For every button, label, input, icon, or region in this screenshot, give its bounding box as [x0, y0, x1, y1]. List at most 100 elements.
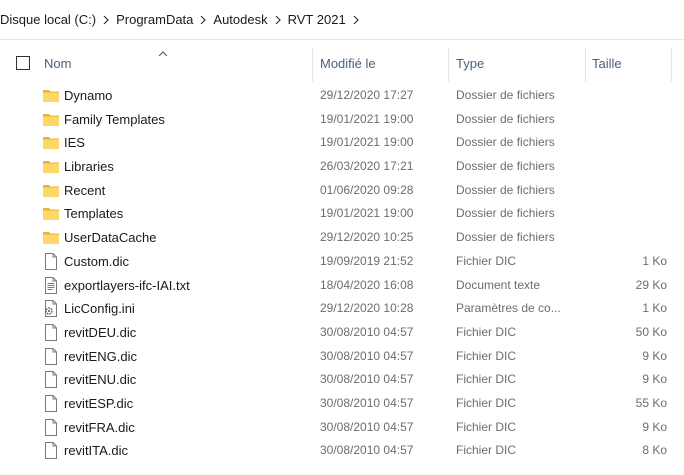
file-size: 50 Ko [635, 324, 667, 339]
file-icon [42, 371, 60, 389]
file-name: IES [64, 135, 85, 151]
file-type: Document texte [456, 277, 541, 292]
list-item[interactable]: revitENG.dic 30/08/2010 04:57 Fichier DIC 9… [0, 345, 684, 369]
folder-icon [42, 111, 60, 128]
list-item[interactable]: Templates 19/01/2021 19:00 Dossier de fich… [0, 202, 684, 226]
folder-icon [42, 158, 60, 175]
file-type: Fichier DIC [456, 372, 517, 387]
file-modified-date: 19/01/2021 19:00 [320, 206, 414, 221]
list-item[interactable]: revitITA.dic 30/08/2010 04:57 Fichier DIC 8… [0, 439, 684, 463]
file-type: Fichier DIC [456, 419, 517, 434]
column-header: Nom Modifié le Type Taille [0, 44, 684, 82]
file-modified-date: 30/08/2010 04:57 [320, 324, 414, 339]
file-name: Templates [64, 206, 124, 222]
file-modified-date: 30/08/2010 04:57 [320, 372, 414, 387]
file-icon [42, 252, 60, 270]
list-item[interactable]: Dynamo 29/12/2020 17:27 Dossier de fichier… [0, 84, 684, 108]
list-item[interactable]: Family Templates 19/01/2021 19:00 Dossier … [0, 108, 684, 132]
file-name: revitDEU.dic [64, 324, 137, 340]
file-modified-date: 29/12/2020 10:28 [320, 301, 414, 316]
list-item[interactable]: exportlayers-ifc-IAI.txt 18/04/2020 16:08… [0, 274, 684, 298]
file-modified-date: 19/09/2019 21:52 [320, 253, 414, 268]
file-name: Dynamo [64, 88, 113, 103]
file-icon [42, 323, 60, 341]
file-icon [42, 418, 60, 436]
file-type: Dossier de fichiers [456, 206, 555, 221]
file-type: Paramètres de co... [456, 301, 561, 316]
file-modified-date: 01/06/2020 09:28 [320, 182, 414, 197]
file-name: revitFRA.dic [64, 419, 135, 435]
column-divider[interactable] [312, 48, 313, 82]
folder-icon [42, 229, 60, 246]
settings-file-icon [42, 300, 60, 318]
file-type: Fichier DIC [456, 253, 517, 268]
file-type: Fichier DIC [456, 348, 517, 363]
list-item[interactable]: revitDEU.dic 30/08/2010 04:57 Fichier DIC 5… [0, 321, 684, 345]
text-file-icon [42, 276, 60, 294]
breadcrumb-item-programdata[interactable]: ProgramData [114, 12, 195, 27]
column-header-modified[interactable]: Modifié le [320, 44, 376, 82]
column-divider[interactable] [585, 48, 586, 82]
list-item[interactable]: Custom.dic 19/09/2019 21:52 Fichier DIC 1 K… [0, 250, 684, 274]
chevron-right-icon[interactable] [348, 15, 364, 25]
list-item[interactable]: revitENU.dic 30/08/2010 04:57 Fichier DIC 9… [0, 368, 684, 392]
file-icon [42, 394, 60, 412]
file-type: Fichier DIC [456, 443, 517, 458]
column-divider[interactable] [671, 48, 672, 82]
file-name: revitESP.dic [64, 395, 134, 411]
file-size: 1 Ko [642, 253, 667, 268]
file-size: 9 Ko [642, 348, 667, 363]
file-name: exportlayers-ifc-IAI.txt [64, 277, 190, 293]
file-modified-date: 18/04/2020 16:08 [320, 277, 414, 292]
column-divider[interactable] [448, 48, 449, 82]
file-type: Fichier DIC [456, 324, 517, 339]
file-type: Dossier de fichiers [456, 135, 555, 150]
file-type: Dossier de fichiers [456, 182, 555, 197]
breadcrumb-item-local-disk[interactable]: Disque local (C:) [0, 12, 98, 27]
file-modified-date: 30/08/2010 04:57 [320, 419, 414, 434]
chevron-right-icon[interactable] [98, 15, 114, 25]
breadcrumb-item-rvt-2021[interactable]: RVT 2021 [286, 12, 348, 27]
file-size: 55 Ko [635, 395, 667, 410]
file-name: Libraries [64, 159, 114, 175]
column-header-size[interactable]: Taille [592, 44, 622, 82]
column-header-name[interactable]: Nom [44, 44, 71, 82]
chevron-right-icon[interactable] [195, 15, 211, 25]
select-all-checkbox[interactable] [16, 56, 30, 70]
list-item[interactable]: IES 19/01/2021 19:00 Dossier de fichiers [0, 131, 684, 155]
column-header-type[interactable]: Type [456, 44, 484, 82]
list-item[interactable]: UserDataCache 29/12/2020 10:25 Dossier de … [0, 226, 684, 250]
file-icon [42, 442, 60, 460]
file-type: Fichier DIC [456, 395, 517, 410]
breadcrumb: Disque local (C:) ProgramData Autodesk R… [0, 0, 684, 40]
list-item[interactable]: Recent 01/06/2020 09:28 Dossier de fichier… [0, 179, 684, 203]
file-size: 9 Ko [642, 419, 667, 434]
list-item[interactable]: revitFRA.dic 30/08/2010 04:57 Fichier DIC 9… [0, 416, 684, 440]
file-list: Dynamo 29/12/2020 17:27 Dossier de fichier… [0, 84, 684, 463]
file-size: 29 Ko [635, 277, 667, 292]
folder-icon [42, 134, 60, 151]
folder-icon [42, 87, 60, 104]
list-item[interactable]: LicConfig.ini 29/12/2020 10:28 Paramètres … [0, 297, 684, 321]
folder-icon [42, 205, 60, 222]
file-name: LicConfig.ini [64, 301, 135, 317]
file-icon [42, 347, 60, 365]
file-modified-date: 29/12/2020 10:25 [320, 230, 414, 245]
list-item[interactable]: Libraries 26/03/2020 17:21 Dossier de fich… [0, 155, 684, 179]
file-size: 8 Ko [642, 443, 667, 458]
folder-icon [42, 182, 60, 199]
file-modified-date: 29/12/2020 17:27 [320, 88, 414, 102]
chevron-right-icon[interactable] [270, 15, 286, 25]
file-name: Family Templates [64, 111, 165, 127]
breadcrumb-item-autodesk[interactable]: Autodesk [211, 12, 269, 27]
file-type: Dossier de fichiers [456, 230, 555, 245]
file-name: revitENG.dic [64, 348, 137, 364]
file-modified-date: 30/08/2010 04:57 [320, 348, 414, 363]
sort-ascending-icon [158, 46, 168, 60]
file-name: UserDataCache [64, 230, 157, 246]
file-name: Recent [64, 182, 106, 198]
file-name: revitENU.dic [64, 372, 137, 388]
file-name: Custom.dic [64, 253, 130, 269]
file-type: Dossier de fichiers [456, 111, 555, 126]
list-item[interactable]: revitESP.dic 30/08/2010 04:57 Fichier DIC 5… [0, 392, 684, 416]
